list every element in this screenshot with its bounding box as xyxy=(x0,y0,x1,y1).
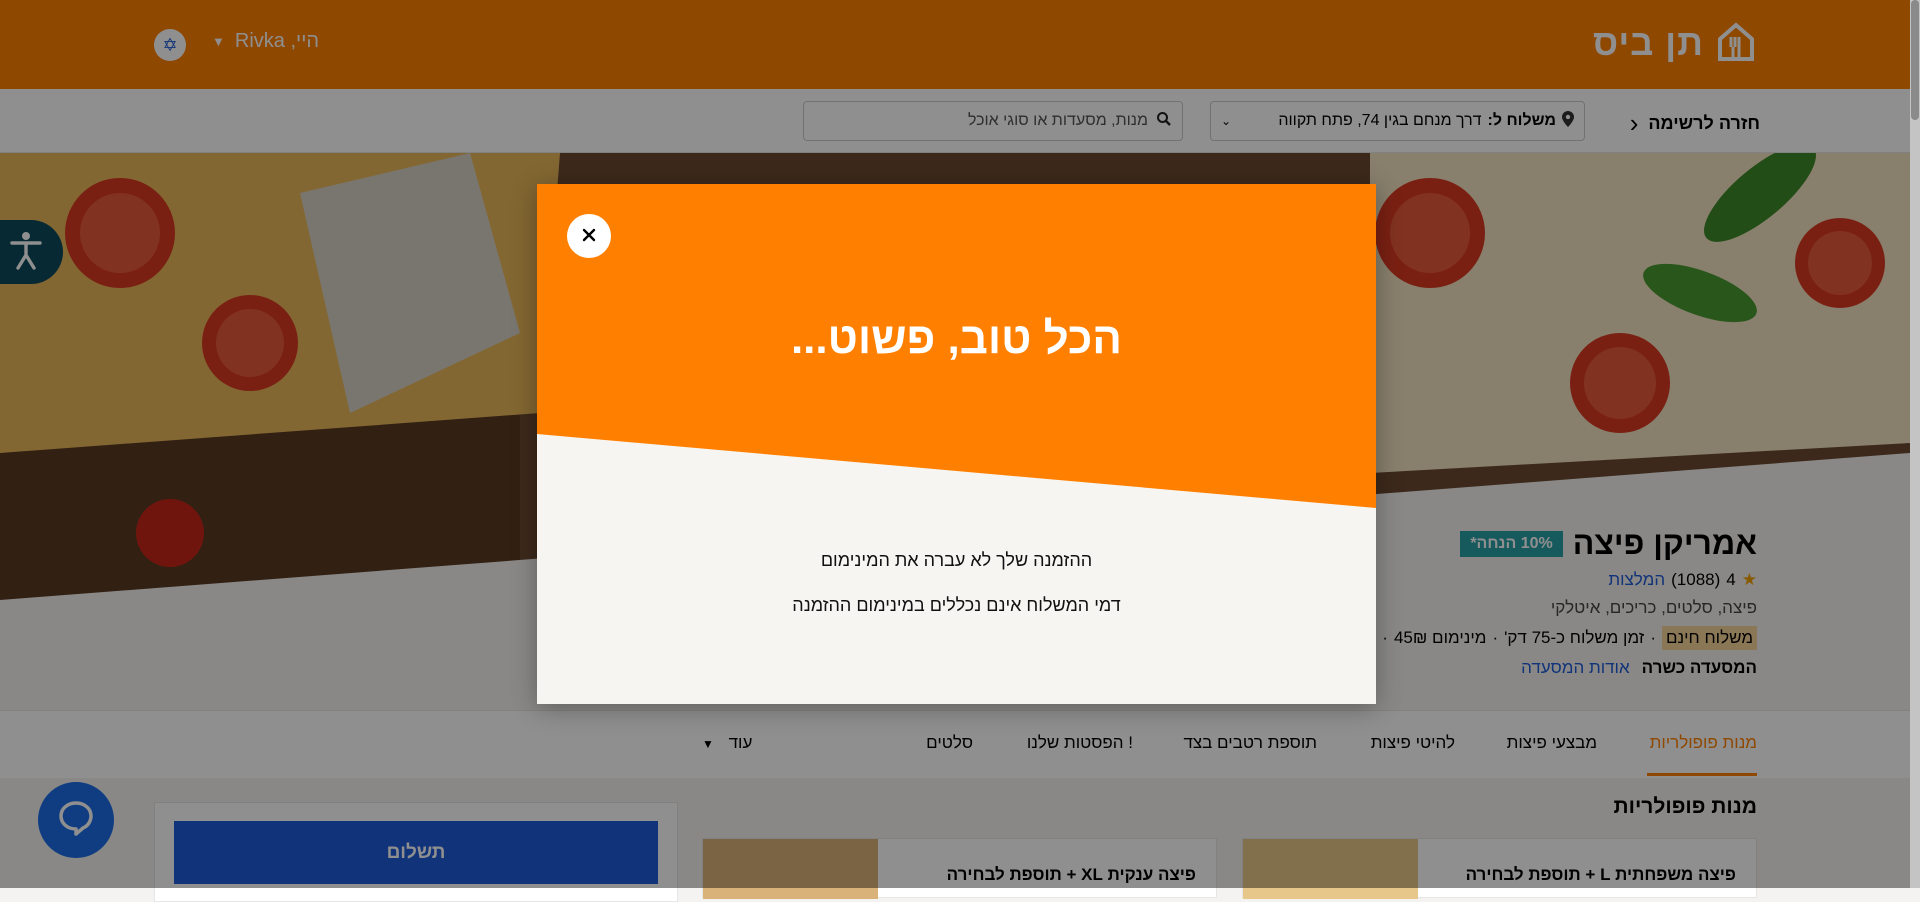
minimum-order-modal: הכל טוב, פשוט... ההזמנה שלך לא עברה את ה… xyxy=(537,184,1376,704)
modal-message-line2: דמי המשלוח אינם נכללים במינימום ההזמנה xyxy=(792,595,1121,615)
page-scrollbar[interactable] xyxy=(1910,0,1920,888)
modal-message-line1: ההזמנה שלך לא עברה את המינימום xyxy=(820,550,1093,570)
scrollbar-thumb[interactable] xyxy=(1911,0,1919,120)
modal-title: הכל טוב, פשוט... xyxy=(790,314,1123,363)
close-modal-button[interactable] xyxy=(567,214,611,258)
close-icon xyxy=(582,228,596,245)
